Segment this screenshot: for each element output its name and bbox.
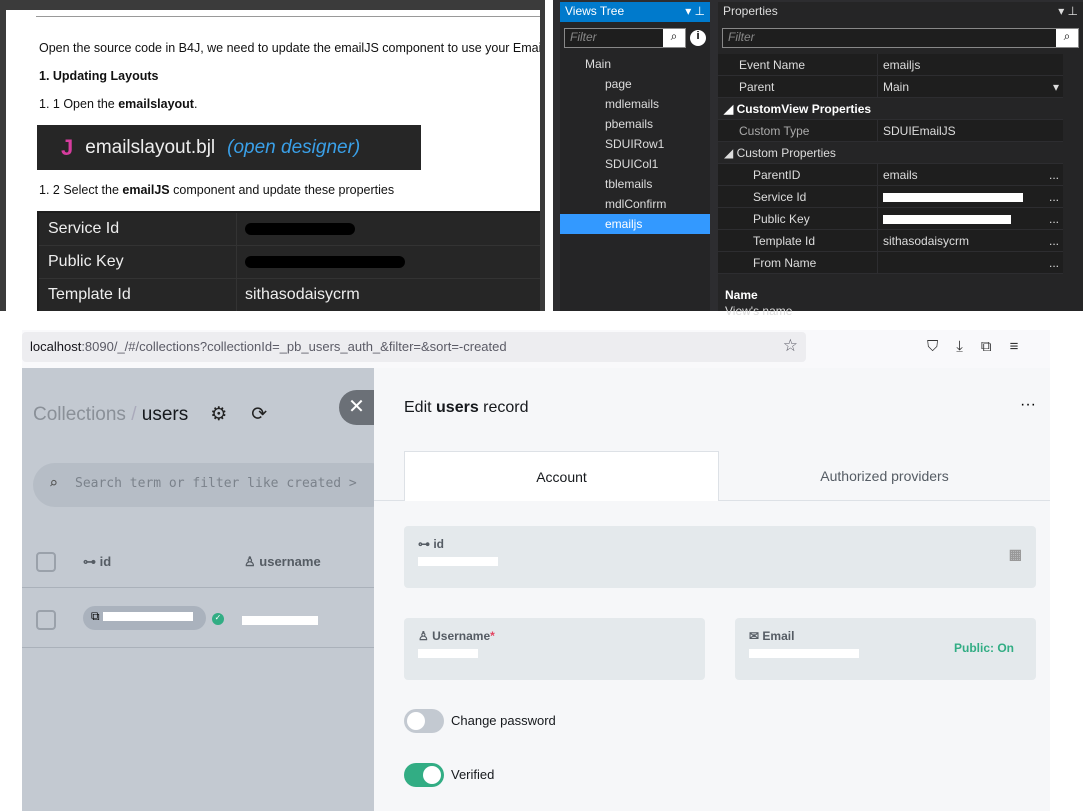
verified-label: Verified	[451, 767, 495, 782]
tab-account[interactable]: Account	[404, 451, 719, 501]
properties-filter-input[interactable]: Filter ⌕	[722, 28, 1079, 48]
section-header: ◢ Custom Properties	[718, 142, 1063, 164]
property-row: Custom Type SDUIEmailJS	[718, 120, 1063, 142]
calendar-icon: ▦	[1008, 546, 1022, 562]
pocket-icon[interactable]: ⛉	[927, 338, 938, 355]
key-icon: ⊶	[83, 554, 96, 569]
tree-item[interactable]: Main	[560, 54, 710, 74]
search-icon: ⌕	[49, 474, 59, 492]
user-icon: ♙	[418, 629, 429, 643]
views-tree-panel: Views Tree ▾ ⊥ Filter ⌕ i Main page mdlemai…	[560, 2, 710, 311]
divider	[36, 16, 540, 17]
username-field[interactable]: ♙ Username*	[404, 618, 705, 680]
description-title: Name	[725, 288, 758, 302]
layout-file-name: emailslayout.bjl	[85, 136, 216, 158]
verified-toggle[interactable]	[404, 763, 444, 787]
info-icon[interactable]: i	[690, 30, 706, 46]
key-icon: ⊶	[418, 537, 430, 551]
property-grid: Event Name emailjs Parent Main ▾ ◢ CustomVi…	[718, 54, 1063, 274]
mail-icon: ✉	[749, 629, 760, 643]
tree-item[interactable]: tblemails	[560, 174, 710, 194]
properties-title: Properties	[723, 4, 778, 18]
property-row: ParentID emails...	[718, 164, 1063, 186]
verified-icon: ✓	[212, 613, 224, 625]
select-all-checkbox[interactable]	[36, 552, 56, 572]
change-password-label: Change password	[451, 713, 556, 728]
search-input[interactable]: ⌕ Search term or filter like created >	[33, 463, 374, 507]
bookmark-star-icon[interactable]: ☆	[783, 336, 798, 356]
tree-item-selected[interactable]: emailjs	[560, 214, 710, 234]
property-row: Event Name emailjs	[718, 54, 1063, 76]
email-visibility-toggle[interactable]: Public: On	[954, 641, 1014, 655]
column-username: ♙ username	[244, 554, 321, 569]
section-heading: 1. Updating Layouts	[39, 69, 159, 83]
copy-icon: ⧉	[91, 609, 100, 623]
menu-icon[interactable]: ≡	[1010, 338, 1019, 355]
browser-window: localhost:8090/_/#/collections?collectio…	[22, 330, 1050, 811]
search-icon[interactable]: ⌕	[663, 29, 685, 47]
tree-item[interactable]: SDUIRow1	[560, 134, 710, 154]
properties-panel: Properties ▾ ⊥ Filter ⌕ Event Name emailjs …	[718, 2, 1083, 318]
section-header: ◢ CustomView Properties	[718, 98, 1063, 120]
id-field[interactable]: ⊶ id ▦	[404, 526, 1036, 588]
tree-item[interactable]: pbemails	[560, 114, 710, 134]
collections-pane: Collections / users ⚙ ⟳ ⌕ Search term or fi…	[22, 368, 374, 811]
user-icon: ♙	[244, 554, 256, 569]
id-badge[interactable]: ⧉	[83, 606, 206, 630]
column-id: ⊶ id	[83, 554, 112, 569]
properties-table: Service Id Public Key Template Id sithaso…	[37, 211, 540, 311]
document-panel: Open the source code in B4J, we need to …	[0, 0, 545, 311]
layout-file-bar: Jemailslayout.bjl (open designer)	[37, 125, 421, 170]
table-row: Template Id sithasodaisycrm	[39, 279, 540, 311]
property-row: Parent Main ▾	[718, 76, 1063, 98]
java-icon: J	[61, 134, 74, 160]
refresh-icon[interactable]: ⟳	[251, 404, 267, 425]
tree-item[interactable]: mdlemails	[560, 94, 710, 114]
extensions-icon[interactable]: ⧉	[981, 338, 992, 355]
more-options-button[interactable]: ···	[1020, 396, 1036, 414]
table-row: Service Id	[39, 213, 540, 246]
email-field[interactable]: ✉ Email Public: On	[735, 618, 1036, 680]
close-button[interactable]: ✕	[339, 390, 374, 425]
property-row: Public Key...	[718, 208, 1063, 230]
row-checkbox[interactable]	[36, 610, 56, 630]
pin-icon[interactable]: ▾ ⊥	[1058, 4, 1078, 20]
open-designer-link[interactable]: (open designer)	[227, 137, 360, 159]
url-bar[interactable]: localhost:8090/_/#/collections?collectio…	[22, 332, 806, 362]
change-password-toggle[interactable]	[404, 709, 444, 733]
views-tree: Main page mdlemails pbemails SDUIRow1 SD…	[560, 54, 710, 234]
property-row: Service Id...	[718, 186, 1063, 208]
tree-item[interactable]: mdlConfirm	[560, 194, 710, 214]
tab-authorized-providers[interactable]: Authorized providers	[719, 451, 1050, 501]
pin-icon[interactable]: ▾ ⊥	[685, 4, 705, 20]
settings-icon[interactable]: ⚙	[210, 404, 227, 425]
tree-item[interactable]: SDUICol1	[560, 154, 710, 174]
edit-record-panel: Edit users record ··· Account Authorized…	[374, 368, 1050, 811]
breadcrumb: Collections / users ⚙ ⟳	[33, 404, 268, 425]
property-row: From Name...	[718, 252, 1063, 274]
table-row: Public Key	[39, 246, 540, 279]
step-2: 1. 2 Select the emailJS component and up…	[39, 183, 395, 197]
description-text: View's name	[725, 304, 793, 318]
step-1: 1. 1 Open the emailslayout.	[39, 97, 198, 111]
intro-text: Open the source code in B4J, we need to …	[39, 41, 540, 55]
tree-item[interactable]: page	[560, 74, 710, 94]
views-filter-input[interactable]: Filter ⌕	[564, 28, 686, 48]
property-row: Template Id sithasodaisycrm...	[718, 230, 1063, 252]
panel-title: Edit users record	[404, 399, 529, 416]
views-tree-title: Views Tree	[565, 4, 625, 18]
search-icon[interactable]: ⌕	[1056, 29, 1078, 47]
download-icon[interactable]: ⤓	[956, 338, 963, 355]
ide-panel: Views Tree ▾ ⊥ Filter ⌕ i Main page mdlemai…	[553, 0, 1083, 318]
